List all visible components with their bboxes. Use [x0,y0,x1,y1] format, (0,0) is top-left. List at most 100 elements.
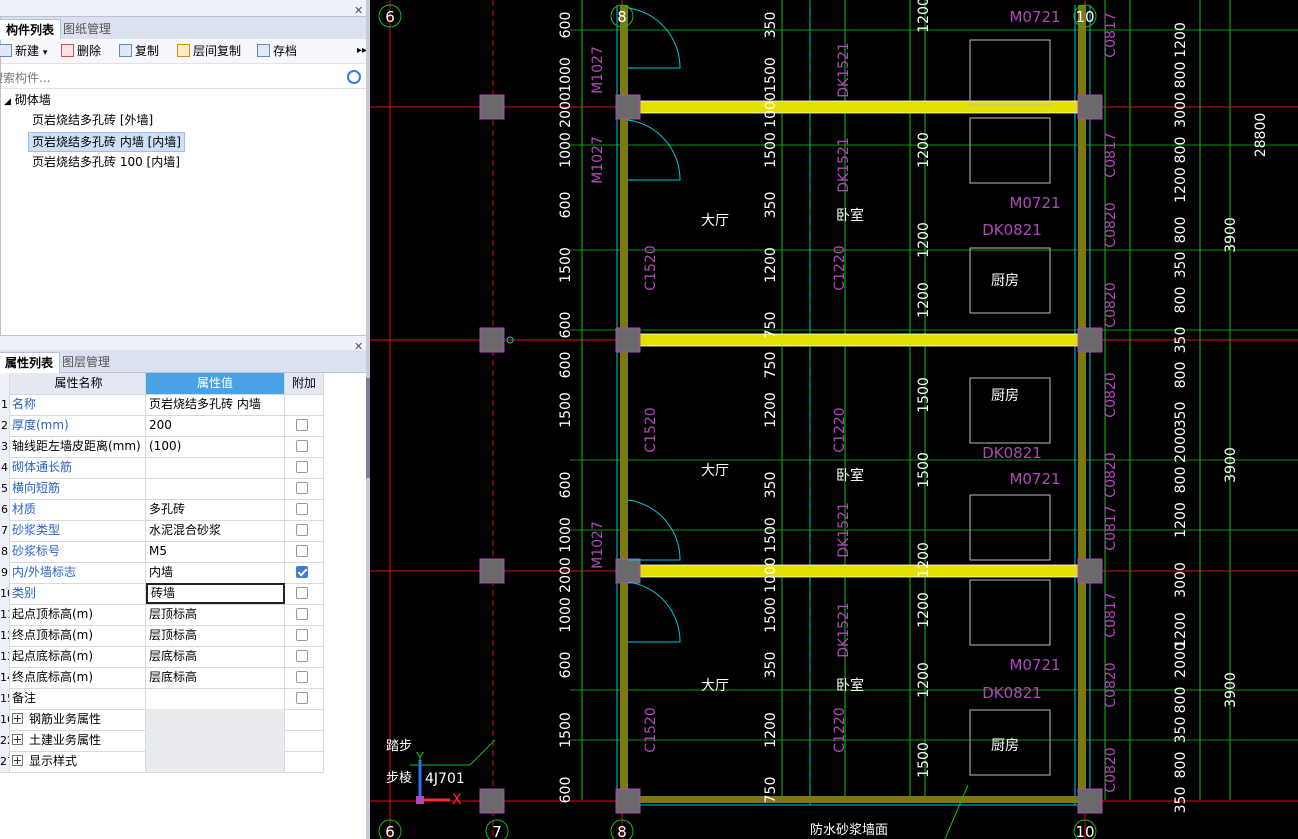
delete-button[interactable]: 删除 [61,42,101,60]
property-row[interactable]: 9 内/外墙标志 内墙 [0,562,324,584]
property-value[interactable]: 层底标高 [146,646,285,667]
row-index: 5 [0,478,10,499]
property-value[interactable]: 层顶标高 [146,625,285,646]
extra-checkbox[interactable] [296,419,308,431]
column [1077,94,1103,120]
door-swing [627,581,681,643]
extra-checkbox[interactable] [296,587,308,599]
tab-drawing-management[interactable]: 图纸管理 [57,19,117,39]
tab-property-list[interactable]: 属性列表 [0,352,61,373]
window-label: C0817 [1103,132,1119,177]
property-value[interactable] [146,478,285,499]
property-group-row[interactable]: 16 钢筋业务属性 [0,709,324,731]
extra-checkbox[interactable] [296,692,308,704]
property-row[interactable]: 8 砂浆标号 M5 [0,541,324,563]
tab-layer-management[interactable]: 图层管理 [56,352,116,372]
copy-button[interactable]: 复制 [119,42,159,60]
delete-label: 删除 [77,44,102,58]
floor-copy-button[interactable]: 层间复制 [177,42,241,60]
collapse-icon[interactable]: ◢ [4,97,11,107]
extra-checkbox[interactable] [296,482,308,494]
property-value[interactable]: (100) [146,436,285,457]
dimension-text: 3900 [1223,447,1239,483]
property-row[interactable]: 13起点底标高(m)层底标高 [0,646,324,668]
dropdown-arrow-icon[interactable]: ▾ [43,48,48,58]
dimension-text: 350 [763,12,779,39]
extra-checkbox[interactable] [296,566,308,578]
property-row[interactable]: 6 材质 多孔砖 [0,499,324,521]
dimension-text: 1500 [558,712,574,748]
property-row[interactable]: 5 横向短筋 [0,478,324,500]
pin-icon[interactable]: ✕ [354,4,364,17]
extra-checkbox[interactable] [296,524,308,536]
property-value[interactable]: 水泥混合砂浆 [146,520,285,541]
property-row[interactable]: 10类别砖墙 [0,583,324,605]
archive-button[interactable]: 存档 [257,42,297,60]
property-row[interactable]: 7 砂浆类型 水泥混合砂浆 [0,520,324,542]
tree-item[interactable]: 页岩烧结多孔砖 100 [内墙] [29,153,183,171]
dimension-text: 350 [1173,252,1189,279]
dimension-text: 1000 [558,132,574,168]
extra-checkbox[interactable] [296,545,308,557]
annotation-step2: 步棱 [386,770,412,786]
tree-item-selected[interactable]: 页岩烧结多孔砖 内墙 [内墙] [28,132,185,152]
search-input[interactable] [0,68,331,87]
axis-label: 10 [1075,8,1094,26]
tree-category-masonry-wall[interactable]: ◢ 砌体墙 [1,91,54,109]
extra-checkbox[interactable] [296,629,308,641]
property-row[interactable]: 2 厚度(mm) 200 [0,415,324,437]
column [479,558,505,584]
expand-icon[interactable] [12,755,23,766]
extra-checkbox[interactable] [296,461,308,473]
property-value[interactable]: M5 [146,541,285,562]
cad-canvas[interactable]: 6 8 10 6 7 8 10 600 1000 2000 1000 600 1500 600 600 150… [370,0,1298,839]
extra-checkbox[interactable] [296,503,308,515]
property-value[interactable]: 多孔砖 [146,499,285,520]
tab-component-list[interactable]: 构件列表 [0,19,62,40]
expand-icon[interactable] [12,713,23,724]
dimension-text: 600 [558,777,574,804]
copy-label: 复制 [135,44,160,58]
extra-checkbox[interactable] [296,440,308,452]
floor-plan-drawing[interactable]: 6 8 106 7 8 106001000200010006001500600600150… [370,0,1298,839]
property-row[interactable]: 15备注 [0,688,324,710]
property-group-row[interactable]: 27 显示样式 [0,751,324,773]
property-group-name[interactable]: 钢筋业务属性 [10,709,146,730]
property-value[interactable]: 层顶标高 [146,604,285,625]
property-value[interactable]: 砖墙 [146,583,285,604]
dimension-text: 800 [1173,287,1189,314]
property-group-name[interactable]: 显示样式 [10,751,146,772]
property-value[interactable] [146,457,285,478]
property-row[interactable]: 14终点底标高(m)层底标高 [0,667,324,689]
extra-checkbox[interactable] [296,671,308,683]
expand-icon[interactable] [12,734,23,745]
property-row[interactable]: 1 名称 页岩烧结多孔砖 内墙 [0,394,324,416]
row-index: 22 [0,730,10,751]
pin-icon[interactable]: ✕ [354,340,364,353]
archive-icon [257,44,270,57]
dimension-text: 1200 [916,282,932,318]
property-value[interactable] [146,688,285,709]
dimension-text: 1200 [1173,502,1189,538]
extra-checkbox[interactable] [296,650,308,662]
tree-item[interactable]: 页岩烧结多孔砖 [外墙] [29,111,156,129]
new-button[interactable]: 新建 ▾ [0,42,47,60]
property-row[interactable]: 3 轴线距左墙皮距离(mm) (100) [0,436,324,458]
row-index: 12 [0,625,10,646]
property-row[interactable]: 11起点顶标高(m)层顶标高 [0,604,324,626]
extra-checkbox[interactable] [296,608,308,620]
door-label: M1027 [590,46,606,94]
row-index: 2 [0,415,10,436]
property-group-name[interactable]: 土建业务属性 [10,730,146,751]
dimension-text: 750 [763,352,779,379]
property-value[interactable]: 页岩烧结多孔砖 内墙 [146,394,285,415]
property-row[interactable]: 12终点顶标高(m)层顶标高 [0,625,324,647]
dimension-text: 2000 [1173,427,1189,463]
property-value[interactable]: 层底标高 [146,667,285,688]
search-icon[interactable] [347,70,361,84]
property-value[interactable]: 200 [146,415,285,436]
property-value[interactable]: 内墙 [146,562,285,583]
property-group-row[interactable]: 22 土建业务属性 [0,730,324,752]
copy-icon [119,44,132,57]
property-row[interactable]: 4 砌体通长筋 [0,457,324,479]
